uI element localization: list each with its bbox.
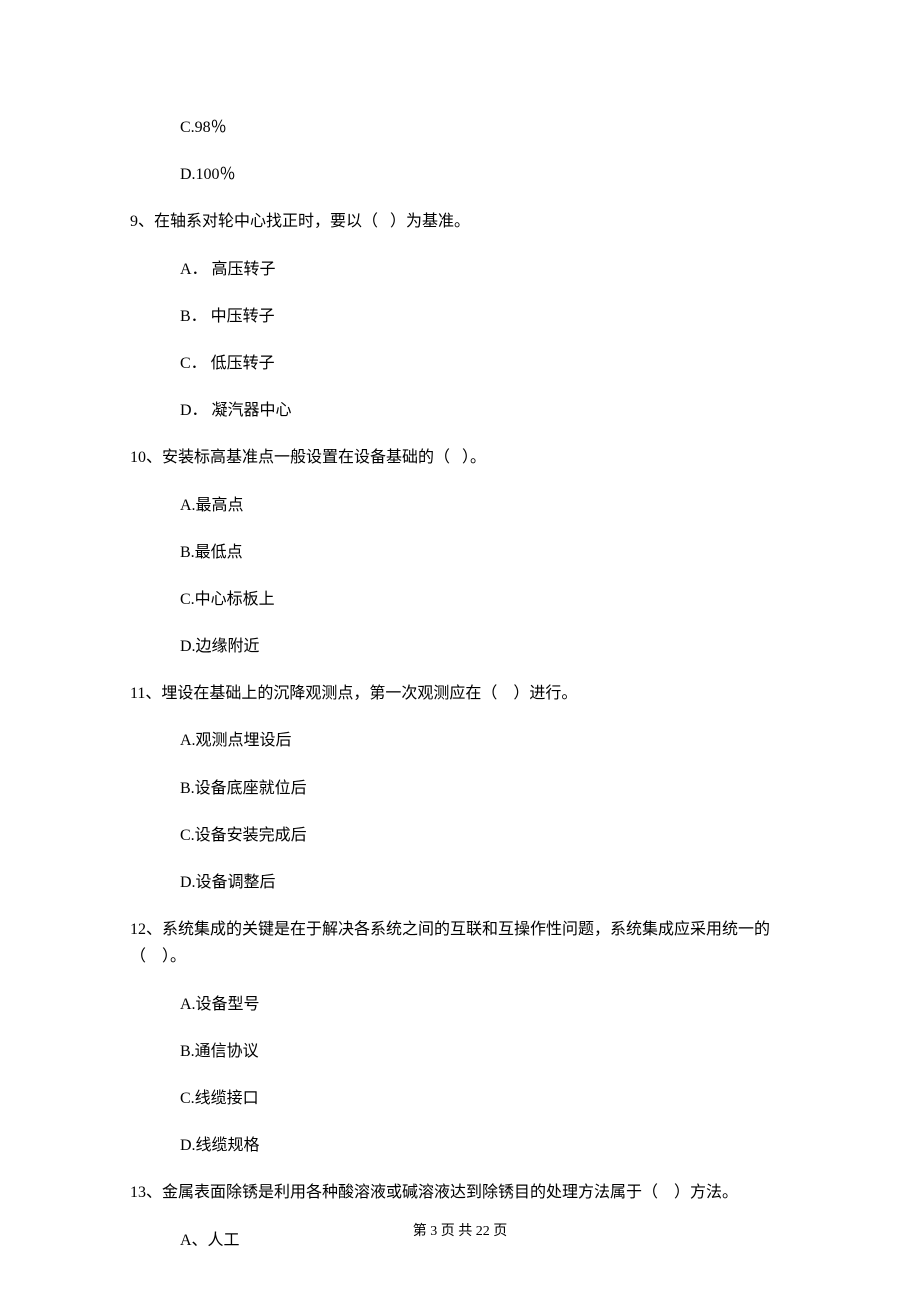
q11-option-a: A.观测点埋设后	[130, 731, 790, 750]
q9-option-d: D． 凝汽器中心	[130, 401, 790, 420]
q11-option-d: D.设备调整后	[130, 873, 790, 892]
q10-option-d: D.边缘附近	[130, 637, 790, 656]
q9-stem: 9、在轴系对轮中心找正时，要以（ ）为基准。	[130, 212, 790, 231]
q9-option-c: C． 低压转子	[130, 354, 790, 373]
q12-option-c: C.线缆接口	[130, 1089, 790, 1108]
q12-option-a: A.设备型号	[130, 995, 790, 1014]
q10-option-a: A.最高点	[130, 496, 790, 515]
q12-option-b: B.通信协议	[130, 1042, 790, 1061]
q9-option-b: B． 中压转子	[130, 307, 790, 326]
q12-option-d: D.线缆规格	[130, 1136, 790, 1155]
q8-option-d: D.100％	[130, 165, 790, 184]
q10-option-c: C.中心标板上	[130, 590, 790, 609]
q9-option-a: A． 高压转子	[130, 260, 790, 279]
q10-option-b: B.最低点	[130, 543, 790, 562]
q11-option-c: C.设备安装完成后	[130, 826, 790, 845]
page-footer: 第 3 页 共 22 页	[0, 1220, 920, 1240]
q11-option-b: B.设备底座就位后	[130, 779, 790, 798]
q10-stem: 10、安装标高基准点一般设置在设备基础的（ ）。	[130, 448, 790, 467]
q11-stem: 11、埋设在基础上的沉降观测点，第一次观测应在（ ）进行。	[130, 684, 790, 703]
exam-page: C.98％ D.100％ 9、在轴系对轮中心找正时，要以（ ）为基准。 A． 高…	[0, 0, 920, 1302]
q8-option-c: C.98％	[130, 118, 790, 137]
q13-stem: 13、金属表面除锈是利用各种酸溶液或碱溶液达到除锈目的处理方法属于（ ）方法。	[130, 1183, 790, 1202]
q12-stem-line2: （ ）。	[130, 947, 790, 966]
q12-stem-line1: 12、系统集成的关键是在于解决各系统之间的互联和互操作性问题，系统集成应采用统一…	[130, 920, 790, 939]
